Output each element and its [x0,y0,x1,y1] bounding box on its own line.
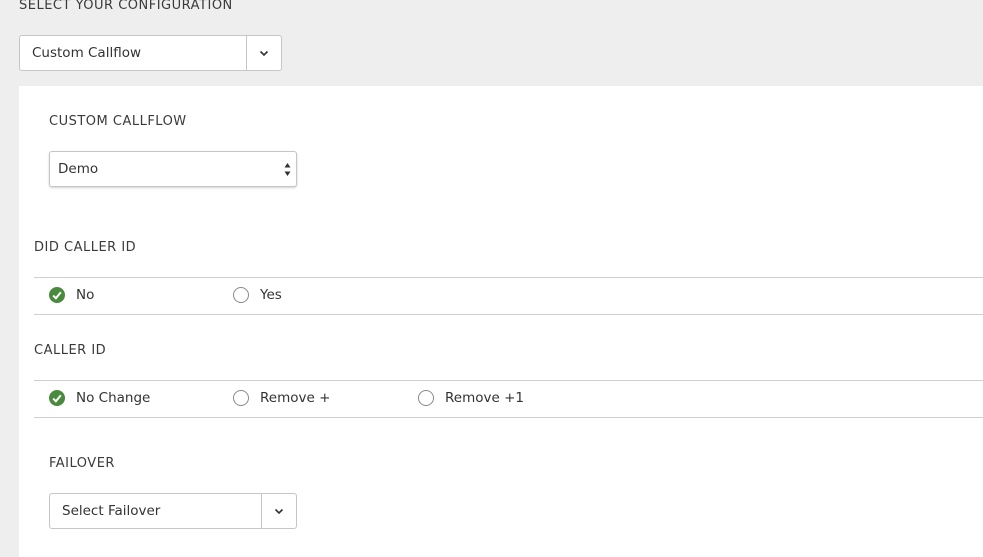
failover-select[interactable]: Select Failover [49,493,297,529]
divider [34,277,983,278]
configuration-select[interactable]: Custom Callflow [19,35,282,71]
caller-id-radio-no-change[interactable]: No Change [49,390,150,406]
caller-id-radio-remove-plus-one[interactable]: Remove +1 [418,390,524,406]
did-caller-id-radio-no[interactable]: No [49,287,94,303]
configuration-select-toggle[interactable] [246,36,281,70]
radio-checked-icon [49,390,65,406]
divider [34,314,983,315]
radio-unchecked-icon [233,287,249,303]
radio-label: Yes [260,287,282,303]
radio-unchecked-icon [233,390,249,406]
failover-select-value: Select Failover [62,503,161,519]
chevron-down-icon [274,508,284,514]
failover-label: FAILOVER [49,456,115,471]
custom-callflow-select-value: Demo [58,161,99,177]
divider [34,417,983,418]
configuration-select-value: Custom Callflow [32,45,142,61]
custom-callflow-label: CUSTOM CALLFLOW [49,114,187,129]
radio-label: No [76,287,95,303]
custom-callflow-select[interactable]: Demo [49,151,297,187]
radio-label: Remove + [260,390,331,406]
configuration-panel: CUSTOM CALLFLOW Demo DID CALLER ID No Ye… [19,86,983,557]
radio-unchecked-icon [418,390,434,406]
caller-id-radio-remove-plus[interactable]: Remove + [233,390,330,406]
chevron-down-icon [259,50,269,56]
failover-select-toggle[interactable] [261,494,296,528]
radio-checked-icon [49,287,65,303]
did-caller-id-radio-yes[interactable]: Yes [233,287,282,303]
radio-label: Remove +1 [445,390,524,406]
updown-arrows-icon [284,163,291,176]
caller-id-label: CALLER ID [34,343,107,358]
did-caller-id-label: DID CALLER ID [34,240,137,255]
configuration-label: SELECT YOUR CONFIGURATION [19,0,233,13]
divider [34,380,983,381]
radio-label: No Change [76,390,151,406]
